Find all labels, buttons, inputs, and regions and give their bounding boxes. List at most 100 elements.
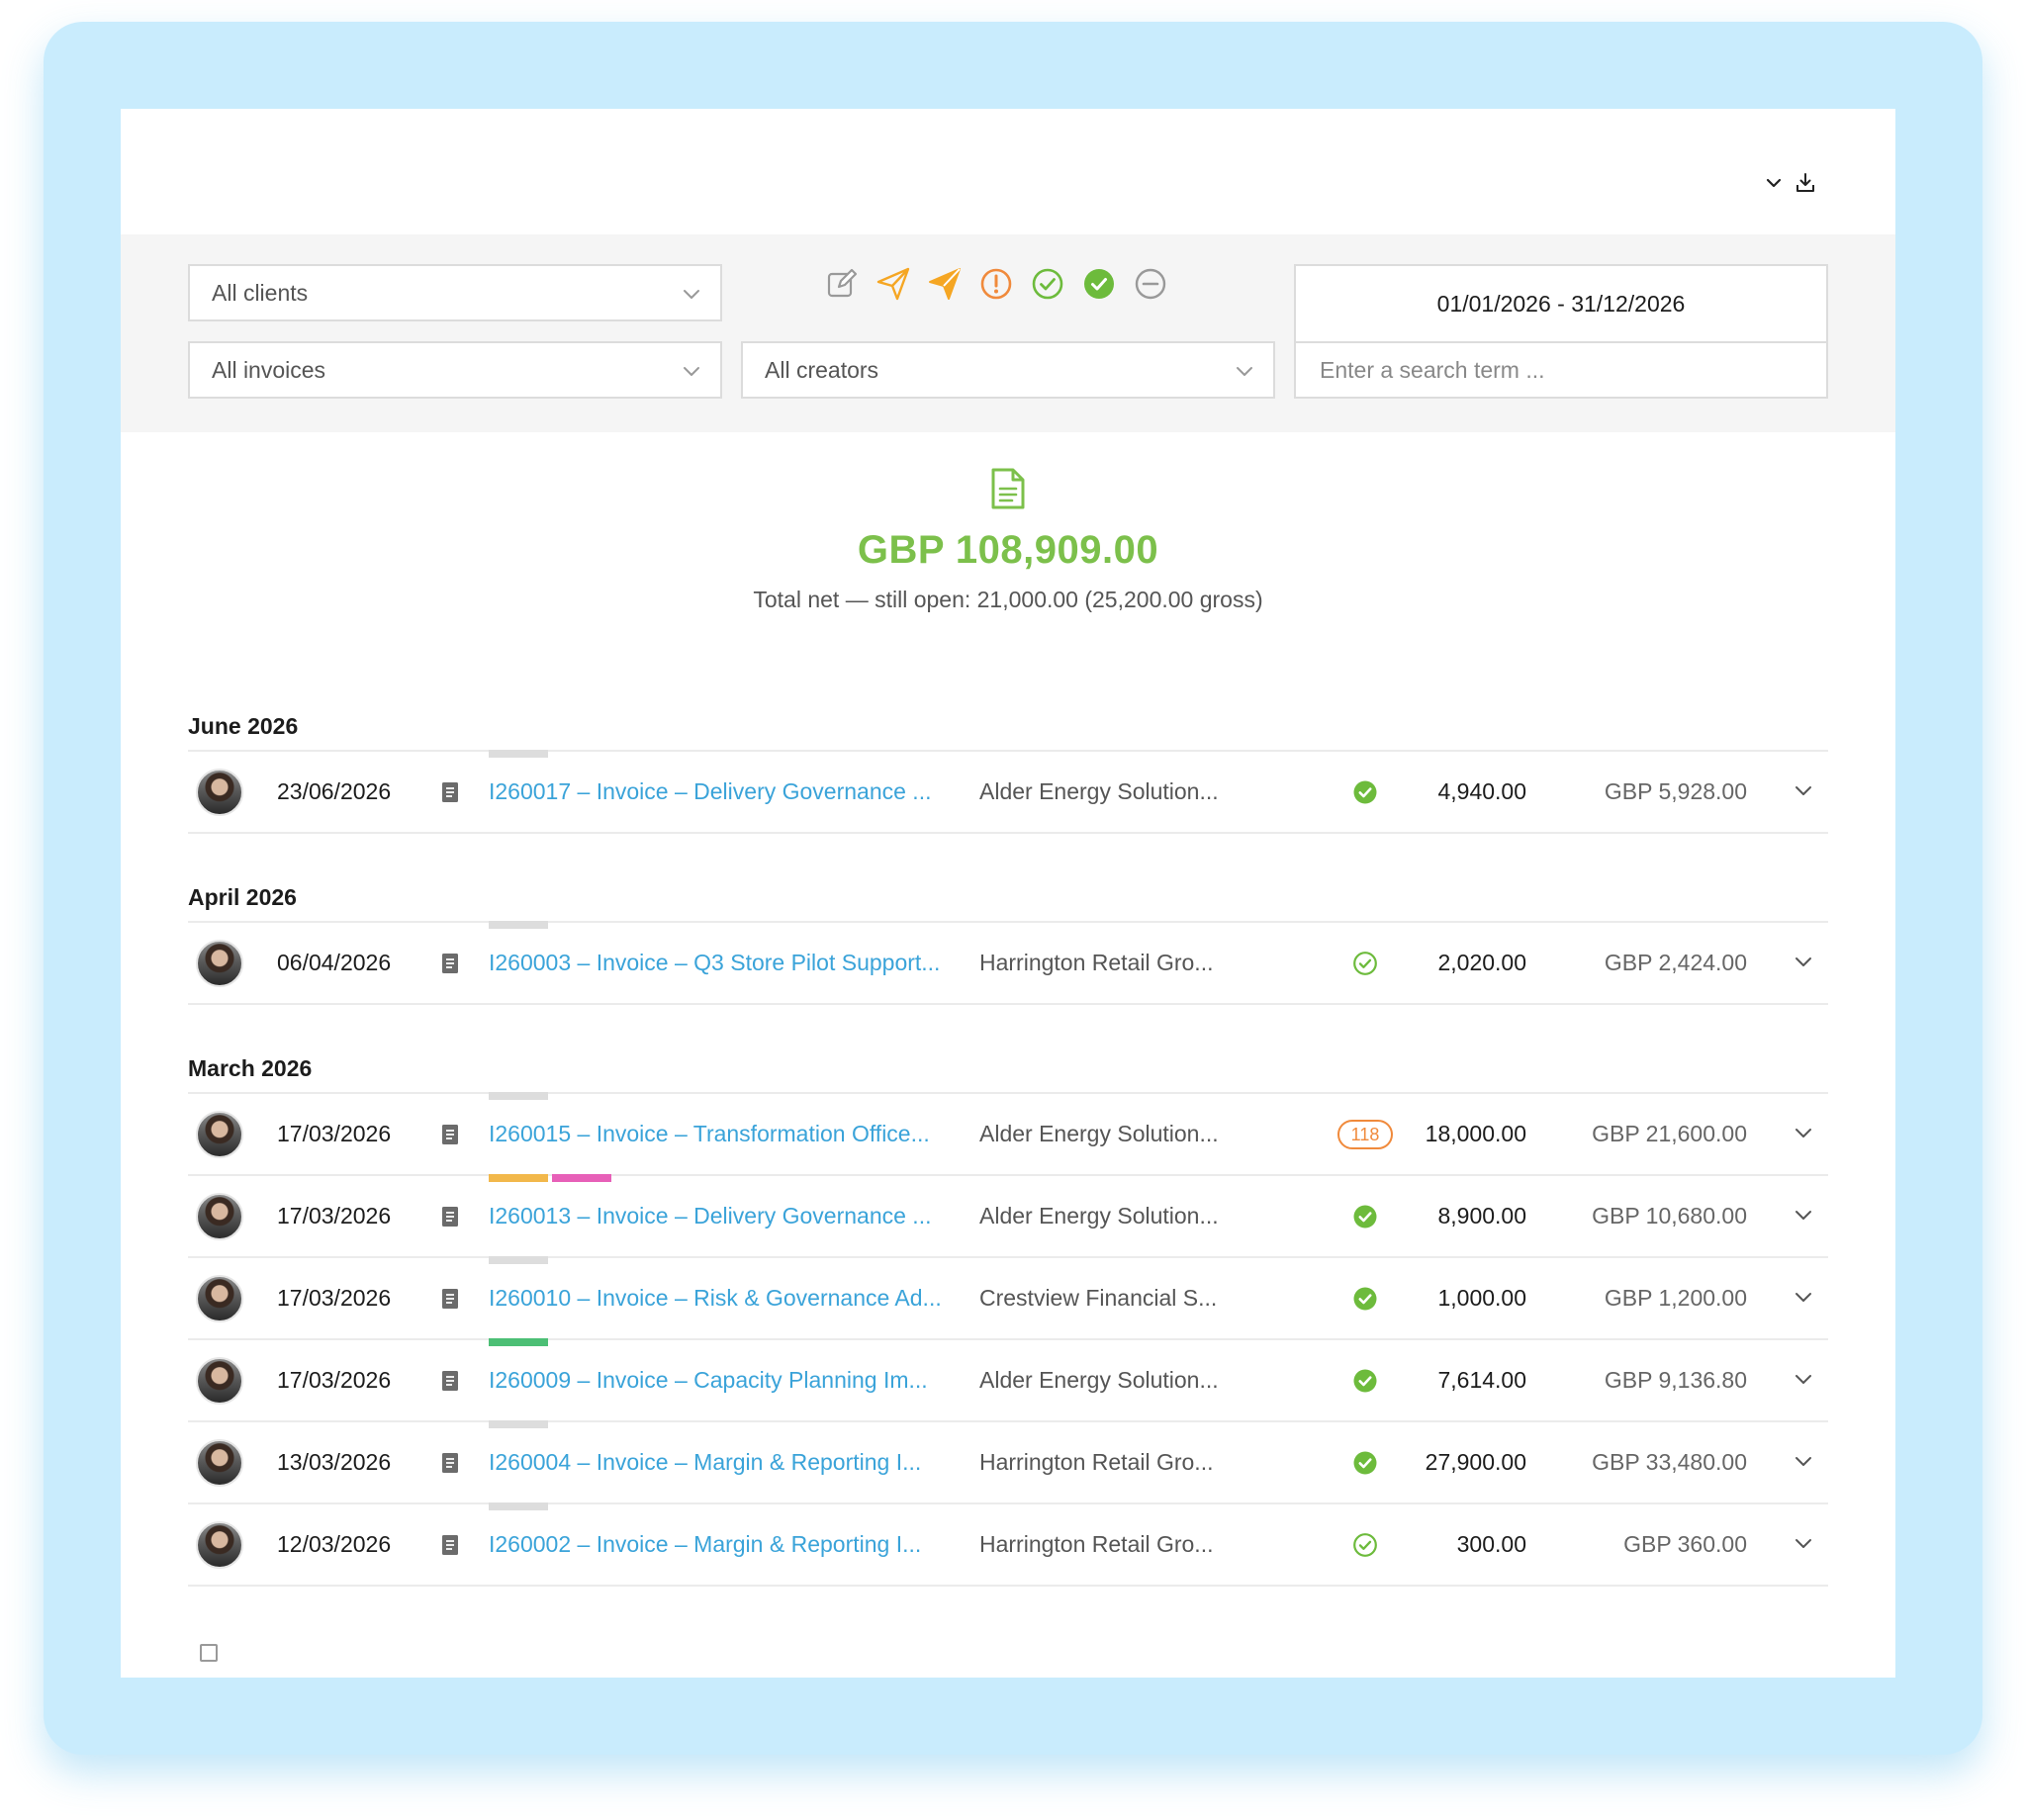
overdue-days: 118 [1336, 1119, 1394, 1149]
totals-summary: GBP 108,909.00 Total net — still open: 2… [121, 467, 1895, 613]
invoice-document-icon [439, 952, 461, 980]
expand-chevron-icon[interactable] [1793, 1204, 1814, 1230]
chevron-down-icon [681, 360, 702, 388]
invoice-row[interactable]: 17/03/2026 I260010 – Invoice – Risk & Gov… [188, 1256, 1828, 1338]
invoice-title-link[interactable]: I260003 – Invoice – Q3 Store Pilot Suppo… [489, 923, 954, 1003]
invoice-date: 06/04/2026 [277, 950, 392, 975]
expand-chevron-icon[interactable] [1793, 1286, 1814, 1313]
paid-filled-icon[interactable] [1080, 265, 1118, 303]
invoices-select[interactable]: All invoices [188, 341, 722, 399]
expand-chevron-icon[interactable] [1793, 1532, 1814, 1559]
clients-select[interactable]: All clients [188, 264, 722, 321]
invoice-row[interactable]: 12/03/2026 I260002 – Invoice – Margin & R… [188, 1502, 1828, 1587]
paid-outline-icon [1326, 1504, 1405, 1585]
avatar [196, 1521, 243, 1569]
invoice-gross-amount: GBP 360.00 [1623, 1531, 1747, 1557]
invoice-date: 23/06/2026 [277, 778, 392, 804]
invoice-title-link[interactable]: I260009 – Invoice – Capacity Planning Im… [489, 1340, 954, 1420]
avatar [196, 940, 243, 987]
paid-filled-icon [1326, 1176, 1405, 1256]
invoice-date: 17/03/2026 [277, 1367, 392, 1393]
invoice-net-amount: 1,000.00 [1437, 1285, 1526, 1311]
invoice-client: Harrington Retail Gro... [979, 1449, 1214, 1475]
invoice-document-icon [439, 1369, 461, 1398]
invoice-document-icon [439, 1123, 461, 1151]
invoice-client: Alder Energy Solution... [979, 1121, 1219, 1146]
invoice-date: 17/03/2026 [277, 1203, 392, 1228]
download-icon[interactable] [1793, 170, 1818, 196]
expand-chevron-icon[interactable] [1793, 951, 1814, 977]
invoice-row[interactable]: 23/06/2026 I260017 – Invoice – Delivery G… [188, 750, 1828, 834]
sent-filled-icon[interactable] [926, 265, 964, 303]
totals-subtitle: Total net — still open: 21,000.00 (25,20… [753, 587, 1263, 612]
top-bar [121, 109, 1895, 234]
expand-chevron-icon[interactable] [1793, 1450, 1814, 1477]
invoice-gross-amount: GBP 5,928.00 [1604, 778, 1747, 804]
invoice-client: Alder Energy Solution... [979, 1203, 1219, 1228]
paid-outline-icon[interactable] [1029, 265, 1066, 303]
search-field[interactable] [1294, 341, 1828, 399]
invoice-document-icon [439, 1287, 461, 1316]
invoice-title-link[interactable]: I260017 – Invoice – Delivery Governance … [489, 752, 954, 832]
avatar [196, 1111, 243, 1158]
invoice-row[interactable]: 17/03/2026 I260015 – Invoice – Transforma… [188, 1092, 1828, 1174]
invoice-row[interactable]: 13/03/2026 I260004 – Invoice – Margin & R… [188, 1420, 1828, 1502]
document-icon [991, 468, 1025, 509]
paid-filled-icon [1326, 1258, 1405, 1338]
expand-chevron-icon[interactable] [1793, 1122, 1814, 1148]
paid-filled-icon [1326, 1422, 1405, 1502]
month-heading: April 2026 [188, 884, 297, 910]
invoice-title-link[interactable]: I260002 – Invoice – Margin & Reporting I… [489, 1504, 954, 1585]
cancelled-icon[interactable] [1132, 265, 1169, 303]
invoice-row[interactable]: 17/03/2026 I260009 – Invoice – Capacity P… [188, 1338, 1828, 1420]
invoices-panel: All clients 01/01/2026 - 31/12/2026 All … [121, 109, 1895, 1678]
invoice-date: 12/03/2026 [277, 1531, 392, 1557]
month-heading: June 2026 [188, 713, 299, 739]
invoice-net-amount: 4,940.00 [1437, 778, 1526, 804]
expand-chevron-icon[interactable] [1793, 1368, 1814, 1395]
invoice-net-amount: 300.00 [1456, 1531, 1526, 1557]
invoice-list: June 2026 23/06/2026 I260017 – Invoice – D… [188, 702, 1828, 1587]
creators-select-value: All creators [765, 356, 879, 383]
chevron-down-icon[interactable] [1761, 170, 1787, 196]
invoice-gross-amount: GBP 10,680.00 [1592, 1203, 1747, 1228]
invoice-document-icon [439, 780, 461, 809]
creators-select[interactable]: All creators [741, 341, 1275, 399]
invoice-date: 13/03/2026 [277, 1449, 392, 1475]
invoice-row[interactable]: 06/04/2026 I260003 – Invoice – Q3 Store P… [188, 921, 1828, 1005]
invoice-client: Alder Energy Solution... [979, 778, 1219, 804]
avatar [196, 1275, 243, 1322]
sent-outline-icon[interactable] [875, 265, 912, 303]
invoice-net-amount: 18,000.00 [1425, 1121, 1526, 1146]
expand-chevron-icon[interactable] [1793, 779, 1814, 806]
invoice-document-icon [439, 1205, 461, 1233]
search-input[interactable] [1318, 355, 1804, 385]
invoice-title-link[interactable]: I260010 – Invoice – Risk & Governance Ad… [489, 1258, 954, 1338]
invoice-title-link[interactable]: I260013 – Invoice – Delivery Governance … [489, 1176, 954, 1256]
invoice-document-icon [439, 1451, 461, 1480]
invoice-date: 17/03/2026 [277, 1285, 392, 1311]
chevron-down-icon [1234, 360, 1255, 388]
month-heading: March 2026 [188, 1055, 313, 1081]
invoice-gross-amount: GBP 21,600.00 [1592, 1121, 1747, 1146]
invoice-title-link[interactable]: I260015 – Invoice – Transformation Offic… [489, 1094, 954, 1174]
date-range-field[interactable]: 01/01/2026 - 31/12/2026 [1294, 264, 1828, 344]
invoice-net-amount: 2,020.00 [1437, 950, 1526, 975]
invoice-net-amount: 27,900.00 [1425, 1449, 1526, 1475]
invoice-gross-amount: GBP 1,200.00 [1604, 1285, 1747, 1311]
paid-filled-icon [1326, 1340, 1405, 1420]
overdue-alert-icon[interactable] [977, 265, 1015, 303]
invoice-gross-amount: GBP 2,424.00 [1604, 950, 1747, 975]
paid-outline-icon [1326, 923, 1405, 1003]
total-amount: GBP 108,909.00 [857, 528, 1159, 572]
avatar [196, 1193, 243, 1240]
status-filter-icons [823, 264, 1169, 304]
invoice-title-link[interactable]: I260004 – Invoice – Margin & Reporting I… [489, 1422, 954, 1502]
invoice-client: Harrington Retail Gro... [979, 950, 1214, 975]
draft-edit-icon[interactable] [823, 265, 861, 303]
invoice-row[interactable]: 17/03/2026 I260013 – Invoice – Delivery G… [188, 1174, 1828, 1256]
select-all-checkbox[interactable] [200, 1644, 218, 1662]
clients-select-value: All clients [212, 279, 309, 306]
invoice-date: 17/03/2026 [277, 1121, 392, 1146]
invoice-gross-amount: GBP 9,136.80 [1604, 1367, 1747, 1393]
